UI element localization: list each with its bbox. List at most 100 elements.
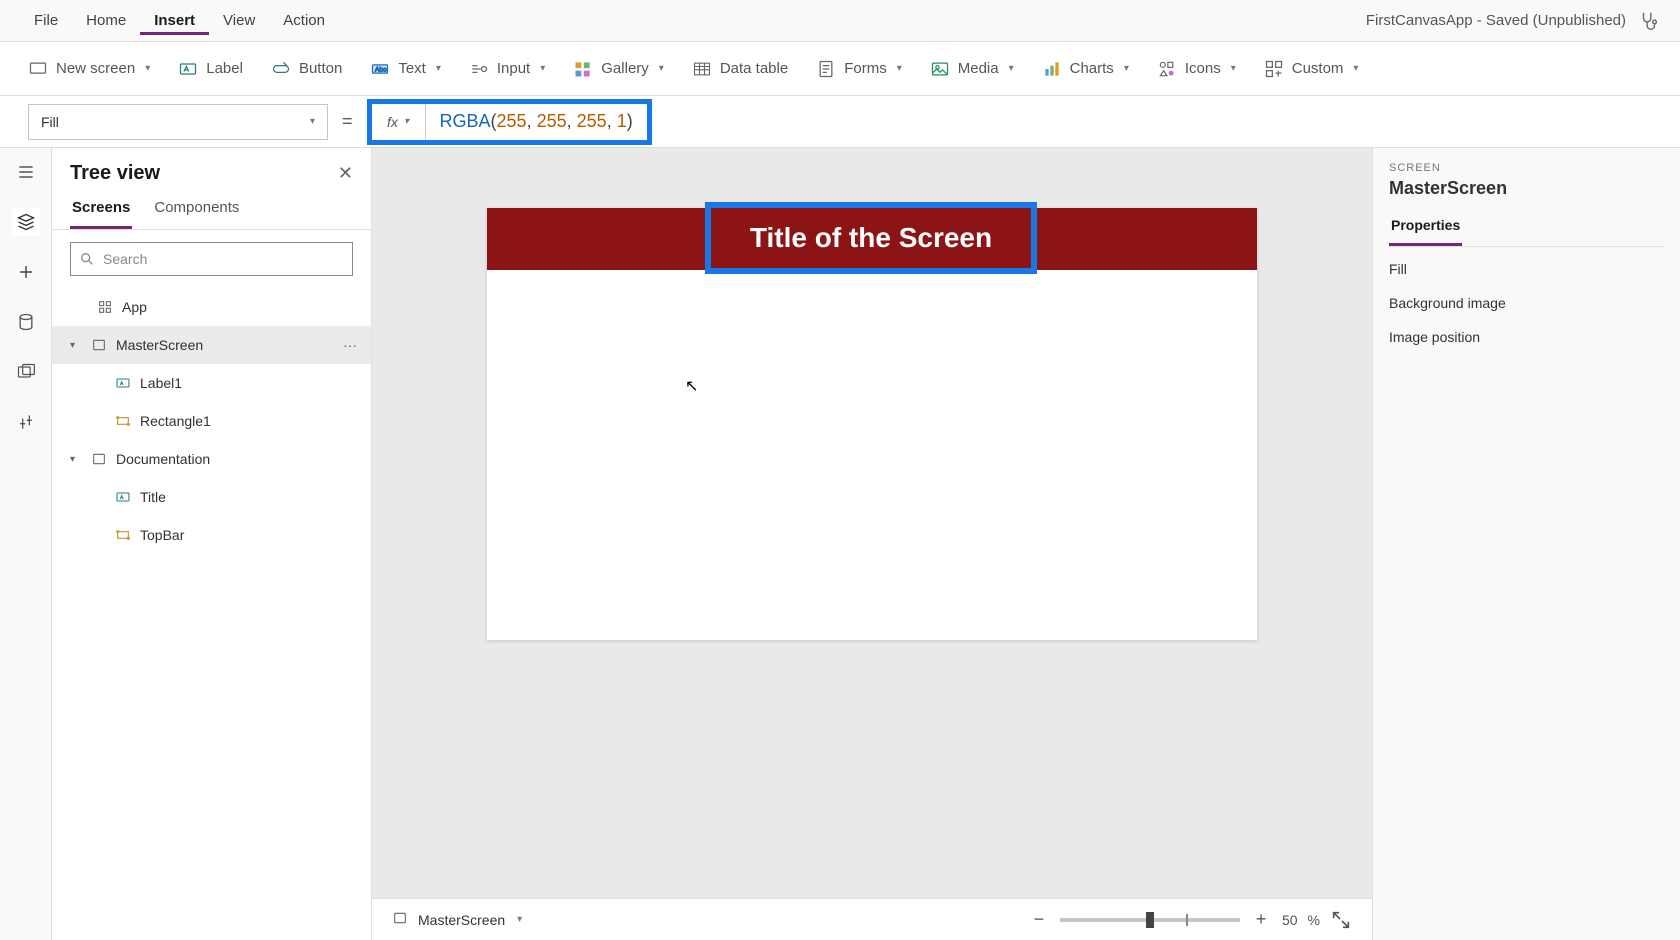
rail-media-icon[interactable] xyxy=(12,358,40,386)
chevron-down-icon: ▾ xyxy=(659,63,664,74)
tree-item-topbar[interactable]: TopBar xyxy=(52,516,371,554)
text-input-icon: Abc xyxy=(370,59,390,79)
app-checker-icon[interactable] xyxy=(1638,10,1660,32)
tree-item-label1[interactable]: Label1 xyxy=(52,364,371,402)
insert-custom-button[interactable]: Custom▾ xyxy=(1264,59,1359,79)
rail-hamburger-icon[interactable] xyxy=(12,158,40,186)
tab-screens[interactable]: Screens xyxy=(70,193,132,229)
chevron-down-icon: ▾ xyxy=(1009,63,1014,74)
zoom-slider[interactable] xyxy=(1060,918,1240,922)
insert-media-button[interactable]: Media▾ xyxy=(930,59,1014,79)
menu-home[interactable]: Home xyxy=(72,6,140,35)
property-row-fill[interactable]: Fill xyxy=(1389,261,1664,277)
tree-item-title[interactable]: Title xyxy=(52,478,371,516)
property-selector[interactable]: Fill ▾ xyxy=(28,104,328,140)
chevron-down-icon[interactable]: ▾ xyxy=(70,454,82,465)
menu-bar: File Home Insert View Action FirstCanvas… xyxy=(0,0,1680,42)
chevron-down-icon: ▾ xyxy=(1231,63,1236,74)
app-grid-icon xyxy=(96,298,114,316)
tree-app-node[interactable]: App xyxy=(52,288,371,326)
menu-file[interactable]: File xyxy=(20,6,72,35)
rectangle-icon xyxy=(114,412,132,430)
tab-components[interactable]: Components xyxy=(152,193,241,229)
zoom-out-button[interactable]: − xyxy=(1028,909,1050,930)
button-icon xyxy=(271,59,291,79)
tree-list: App ▾ MasterScreen ··· Label1 Rectangle1… xyxy=(52,288,371,940)
search-icon xyxy=(79,251,95,267)
charts-icon xyxy=(1042,59,1062,79)
zoom-in-button[interactable]: + xyxy=(1250,909,1272,930)
close-icon[interactable]: ✕ xyxy=(338,163,353,184)
datatable-icon xyxy=(692,59,712,79)
insert-datatable-button[interactable]: Data table xyxy=(692,59,788,79)
chevron-down-icon: ▾ xyxy=(540,63,545,74)
left-rail xyxy=(0,148,52,940)
canvas-area: Title of the Screen ↖ MasterScreen ▾ − +… xyxy=(372,148,1372,940)
footer-screen-label[interactable]: MasterScreen xyxy=(418,912,505,928)
insert-icons-button[interactable]: Icons▾ xyxy=(1157,59,1236,79)
menu-insert[interactable]: Insert xyxy=(140,6,209,35)
fullscreen-icon[interactable] xyxy=(1330,909,1352,931)
insert-label-button[interactable]: Label xyxy=(178,59,243,79)
search-input[interactable]: Search xyxy=(70,242,353,276)
label-icon xyxy=(114,488,132,506)
svg-text:Abc: Abc xyxy=(375,66,387,73)
selection-kind-label: SCREEN xyxy=(1389,162,1664,174)
fx-button[interactable]: fx ▾ xyxy=(372,104,426,140)
label-icon xyxy=(114,374,132,392)
chevron-down-icon: ▾ xyxy=(310,116,315,127)
chevron-down-icon[interactable]: ▾ xyxy=(70,340,82,351)
canvas-footer: MasterScreen ▾ − + 50 % xyxy=(372,898,1372,940)
chevron-down-icon: ▾ xyxy=(145,63,150,74)
rail-tools-icon[interactable] xyxy=(12,408,40,436)
equals-label: = xyxy=(338,111,357,132)
property-row-background[interactable]: Background image xyxy=(1389,295,1664,311)
rail-insert-icon[interactable] xyxy=(12,258,40,286)
insert-input-button[interactable]: Input▾ xyxy=(469,59,545,79)
tree-item-masterscreen[interactable]: ▾ MasterScreen ··· xyxy=(52,326,371,364)
menu-view[interactable]: View xyxy=(209,6,269,35)
tree-item-rectangle1[interactable]: Rectangle1 xyxy=(52,402,371,440)
title-label-selected[interactable]: Title of the Screen xyxy=(705,202,1037,274)
rail-treeview-icon[interactable] xyxy=(12,208,40,236)
chevron-down-icon: ▾ xyxy=(436,63,441,74)
chevron-down-icon[interactable]: ▾ xyxy=(517,914,522,925)
screen-plus-icon xyxy=(28,59,48,79)
tree-item-documentation[interactable]: ▾ Documentation xyxy=(52,440,371,478)
new-screen-button[interactable]: New screen▾ xyxy=(28,59,150,79)
insert-button-button[interactable]: Button xyxy=(271,59,342,79)
properties-pane: SCREEN MasterScreen Properties Fill Back… xyxy=(1372,148,1680,940)
forms-icon xyxy=(816,59,836,79)
chevron-down-icon: ▾ xyxy=(1124,63,1129,74)
icons-icon xyxy=(1157,59,1177,79)
input-icon xyxy=(469,59,489,79)
formula-input[interactable]: RGBA(255, 255, 255, 1) xyxy=(426,111,647,132)
formula-bar: Fill ▾ = fx ▾ RGBA(255, 255, 255, 1) xyxy=(0,96,1680,148)
insert-charts-button[interactable]: Charts▾ xyxy=(1042,59,1129,79)
insert-forms-button[interactable]: Forms▾ xyxy=(816,59,902,79)
insert-gallery-button[interactable]: Gallery▾ xyxy=(573,59,664,79)
app-title: FirstCanvasApp - Saved (Unpublished) xyxy=(1366,12,1626,29)
label-icon xyxy=(178,59,198,79)
screen-icon xyxy=(90,450,108,468)
app-screen-preview[interactable]: Title of the Screen ↖ xyxy=(487,208,1257,640)
media-icon xyxy=(930,59,950,79)
property-row-image-position[interactable]: Image position xyxy=(1389,329,1664,345)
chevron-down-icon: ▾ xyxy=(1353,63,1358,74)
cursor-icon: ↖ xyxy=(685,376,698,396)
selection-name[interactable]: MasterScreen xyxy=(1389,178,1664,199)
insert-ribbon: New screen▾ Label Button Abc Text▾ Input… xyxy=(0,42,1680,96)
tree-view-pane: Tree view ✕ Screens Components Search Ap… xyxy=(52,148,372,940)
custom-icon xyxy=(1264,59,1284,79)
tree-view-title: Tree view xyxy=(70,162,160,185)
formula-box-highlight: fx ▾ RGBA(255, 255, 255, 1) xyxy=(367,99,652,145)
chevron-down-icon: ▾ xyxy=(897,63,902,74)
menu-action[interactable]: Action xyxy=(269,6,339,35)
gallery-icon xyxy=(573,59,593,79)
rectangle-icon xyxy=(114,526,132,544)
zoom-value: 50 xyxy=(1282,912,1298,928)
rail-data-icon[interactable] xyxy=(12,308,40,336)
more-options-icon[interactable]: ··· xyxy=(343,337,357,353)
tab-properties[interactable]: Properties xyxy=(1389,211,1462,246)
insert-text-button[interactable]: Abc Text▾ xyxy=(370,59,441,79)
